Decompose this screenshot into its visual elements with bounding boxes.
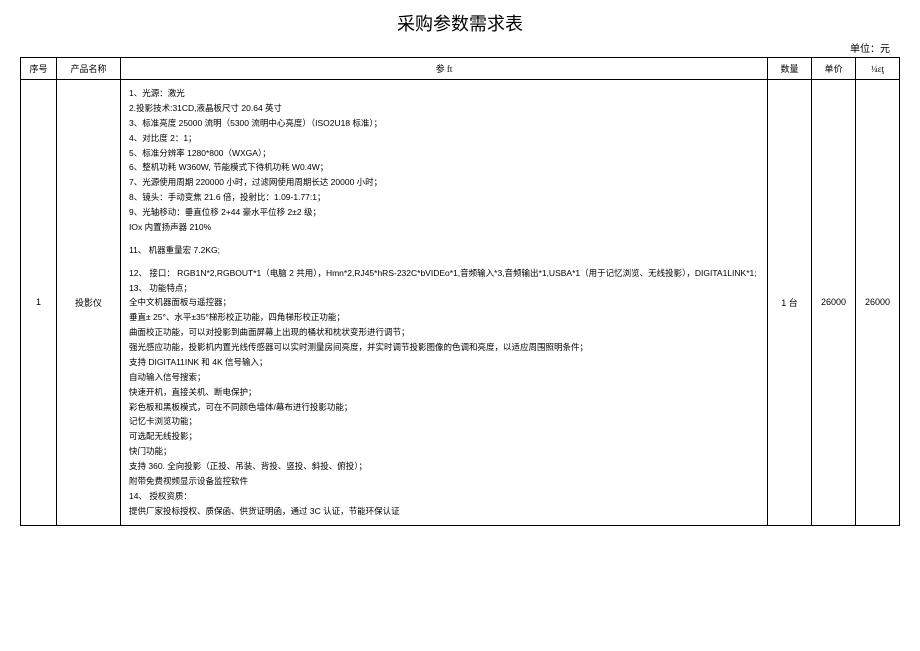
param-line: 14、 授权资质： xyxy=(129,489,759,504)
col-header-param: 参 ft xyxy=(121,58,768,80)
param-line: 4、对比度 2：1； xyxy=(129,131,759,146)
param-line: 记忆卡浏览功能； xyxy=(129,414,759,429)
param-line: 2.投影技术:31CD,液晶板尺寸 20.64 英寸 xyxy=(129,101,759,116)
param-line: 附带免费视频显示设备监控软件 xyxy=(129,474,759,489)
param-line: 提供厂家投标授权、质保函、供货证明函，通过 3C 认证，节能环保认证 xyxy=(129,504,759,519)
param-line: 自动输入信号搜索； xyxy=(129,370,759,385)
col-header-qty: 数量 xyxy=(768,58,812,80)
cell-price: 26000 xyxy=(812,80,856,526)
param-line: 曲面校正功能，可以对投影到曲面屏幕上出现的桶状和枕状变形进行调节； xyxy=(129,325,759,340)
table-header-row: 序号 产品名称 参 ft 数量 单价 ¼ɛţ xyxy=(21,58,900,80)
col-header-price: 单价 xyxy=(812,58,856,80)
param-line: 8、镜头：手动变焦 21.6 倍，投射比：1.09-1.77:1； xyxy=(129,190,759,205)
param-line: 支持 DIGITA11INK 和 4K 信号输入； xyxy=(129,355,759,370)
param-line: 快门功能； xyxy=(129,444,759,459)
cell-param: 1、光源：激光2.投影技术:31CD,液晶板尺寸 20.64 英寸3、标准亮度 … xyxy=(121,80,768,526)
col-header-seq: 序号 xyxy=(21,58,57,80)
param-line: 可选配无线投影； xyxy=(129,429,759,444)
col-header-name: 产品名称 xyxy=(57,58,121,80)
cell-seq: 1 xyxy=(21,80,57,526)
col-header-total: ¼ɛţ xyxy=(856,58,900,80)
cell-total: 26000 xyxy=(856,80,900,526)
param-line: 12、 接口： RGB1N*2,RGBOUT*1（电脑 2 共用），Hmn*2,… xyxy=(129,266,759,281)
unit-label: 单位：元 xyxy=(20,40,900,55)
param-line: 彩色板和黑板模式，可在不同颜色墙体/幕布进行投影功能； xyxy=(129,400,759,415)
param-line: 垂直± 25°、水平±35°梯形校正功能，四角梯形校正功能； xyxy=(129,310,759,325)
param-line: 6、整机功耗 W360W, 节能模式下待机功耗 W0.4W； xyxy=(129,160,759,175)
param-line: 9、光轴移动：垂直位移 2+44 豪水平位移 2±2 级； xyxy=(129,205,759,220)
cell-name: 投影仪 xyxy=(57,80,121,526)
param-line: 13、 功能特点； xyxy=(129,281,759,296)
requirements-table: 序号 产品名称 参 ft 数量 单价 ¼ɛţ 1 投影仪 1、光源：激光2.投影… xyxy=(20,57,900,526)
param-line: 强光感应功能，投影机内置光线传感器可以实时测量房间亮度，并实时调节投影图像的色调… xyxy=(129,340,759,355)
param-line: 5、标准分辨率 1280*800（WXGA）； xyxy=(129,146,759,161)
param-line: 7、光源使用周期 220000 小时，过滤网使用周期长达 20000 小时； xyxy=(129,175,759,190)
param-line: 全中文机器面板与遥控器； xyxy=(129,295,759,310)
param-line: IOx 内置扬声器 210% xyxy=(129,220,759,235)
param-line: 11、 机器重量宏 7.2KG; xyxy=(129,243,759,258)
table-row: 1 投影仪 1、光源：激光2.投影技术:31CD,液晶板尺寸 20.64 英寸3… xyxy=(21,80,900,526)
param-line: 支持 360. 全向投影（正投、吊装、背投、竖投、斜投、俯投）； xyxy=(129,459,759,474)
param-line: 3、标准亮度 25000 流明（5300 流明中心亮度）（ISO2U18 标准）… xyxy=(129,116,759,131)
page-title: 采购参数需求表 xyxy=(20,10,900,36)
param-line: 1、光源：激光 xyxy=(129,86,759,101)
param-line: 快速开机，直接关机、断电保护； xyxy=(129,385,759,400)
cell-qty: 1 台 xyxy=(768,80,812,526)
